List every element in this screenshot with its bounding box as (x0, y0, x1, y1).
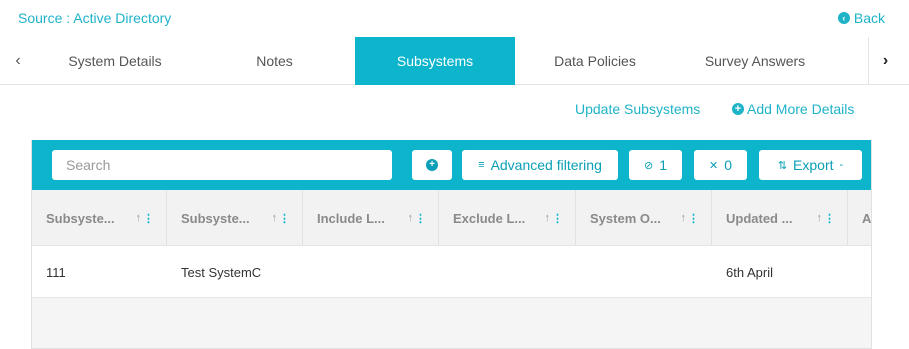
column-menu-icon[interactable]: ⋮ (279, 212, 290, 225)
hidden-columns-count: 1 (659, 157, 667, 173)
column-menu-icon[interactable]: ⋮ (688, 212, 699, 225)
tab-subsystems[interactable]: Subsystems (355, 37, 515, 85)
sort-arrows-icon: ⇅ (777, 159, 788, 172)
column-header[interactable]: Ac (848, 190, 872, 246)
column-controls: ↑ ⋮ (272, 212, 291, 225)
column-header-label: Subsyste... (46, 210, 115, 226)
table-cell (576, 246, 712, 298)
column-header-label: Exclude L... (453, 210, 526, 226)
dropdown-dash-icon: - (839, 159, 844, 171)
table-cell: Test SystemC (181, 264, 262, 280)
back-label: Back (853, 10, 885, 26)
update-subsystems-label: Update Subsystems (575, 101, 701, 117)
tab-scroll-right-icon[interactable]: › (868, 37, 902, 85)
column-controls: ↑ ⋮ (545, 212, 564, 225)
advanced-filtering-button[interactable]: ≡ Advanced filtering (462, 150, 618, 180)
table-row[interactable]: 111 Test SystemC 6th April (32, 246, 871, 298)
eye-slash-icon: ⊘ (643, 159, 654, 172)
column-menu-icon[interactable]: ⋮ (143, 212, 154, 225)
sort-arrow-icon[interactable]: ↑ (681, 212, 687, 225)
column-header[interactable]: Subsyste... ↑ ⋮ (167, 190, 303, 246)
tab-data-policies[interactable]: Data Policies (515, 37, 675, 85)
table-cell: 6th April (726, 264, 773, 280)
subsystems-grid: + ≡ Advanced filtering ⊘ 1 ✕ 0 ⇅ Export … (31, 140, 872, 349)
tab-scroll-left-icon[interactable]: ‹ (0, 37, 36, 85)
tab-notes[interactable]: Notes (194, 37, 355, 85)
pinned-columns-count: 0 (724, 157, 732, 173)
column-header[interactable]: Subsyste... ↑ ⋮ (32, 190, 167, 246)
export-button[interactable]: ⇅ Export - (759, 150, 862, 180)
filter-icon: ≡ (478, 159, 485, 171)
add-more-details-label: Add More Details (747, 101, 855, 117)
add-icon: + (426, 159, 438, 171)
sort-arrow-icon[interactable]: ↑ (136, 212, 142, 225)
table-cell: 111 (46, 264, 66, 280)
back-link[interactable]: ‹ Back (837, 10, 885, 26)
column-controls: ↑ ⋮ (136, 212, 155, 225)
update-subsystems-link[interactable]: Update Subsystems (575, 101, 700, 117)
table-cell (303, 246, 439, 298)
sort-arrow-icon[interactable]: ↑ (545, 212, 551, 225)
add-row-button[interactable]: + (412, 150, 452, 180)
column-controls: ↑ ⋮ (408, 212, 427, 225)
tab-system-details[interactable]: System Details (36, 37, 194, 85)
table-cell (439, 246, 576, 298)
column-controls: ↑ ⋮ (817, 212, 836, 225)
column-header-label: Updated ... (726, 210, 793, 226)
column-menu-icon[interactable]: ⋮ (552, 212, 563, 225)
grid-toolbar: + ≡ Advanced filtering ⊘ 1 ✕ 0 ⇅ Export … (32, 140, 871, 190)
hidden-columns-button[interactable]: ⊘ 1 (629, 150, 682, 180)
column-header-label: Subsyste... (181, 210, 250, 226)
add-more-details-link[interactable]: + Add More Details (732, 101, 854, 117)
sort-arrow-icon[interactable]: ↑ (272, 212, 278, 225)
advanced-filtering-label: Advanced filtering (490, 157, 602, 173)
export-label: Export (793, 157, 834, 173)
sort-arrow-icon[interactable]: ↑ (817, 212, 823, 225)
table-header: Subsyste... ↑ ⋮ Subsyste... ↑ ⋮ Include L.… (32, 190, 872, 246)
column-header[interactable]: System O... ↑ ⋮ (576, 190, 712, 246)
tab-survey-answers[interactable]: Survey Answers (675, 37, 835, 85)
column-controls: ↑ ⋮ (681, 212, 700, 225)
column-header-label: System O... (590, 210, 661, 226)
plus-circle-icon: + (732, 103, 744, 115)
sort-arrow-icon[interactable]: ↑ (408, 212, 414, 225)
pinned-columns-button[interactable]: ✕ 0 (694, 150, 747, 180)
back-arrow-icon: ‹ (837, 12, 850, 24)
column-menu-icon[interactable]: ⋮ (824, 212, 835, 225)
column-menu-icon[interactable]: ⋮ (415, 212, 426, 225)
column-header[interactable]: Updated ... ↑ ⋮ (712, 190, 848, 246)
search-input[interactable] (52, 150, 392, 180)
column-header-label: Include L... (317, 210, 385, 226)
tab-bar: ‹ System Details Notes Subsystems Data P… (0, 37, 909, 85)
column-header[interactable]: Exclude L... ↑ ⋮ (439, 190, 576, 246)
pin-icon: ✕ (708, 159, 719, 172)
source-label: Source : Active Directory (18, 10, 172, 26)
column-header-label: Ac (862, 210, 872, 226)
column-header[interactable]: Include L... ↑ ⋮ (303, 190, 439, 246)
